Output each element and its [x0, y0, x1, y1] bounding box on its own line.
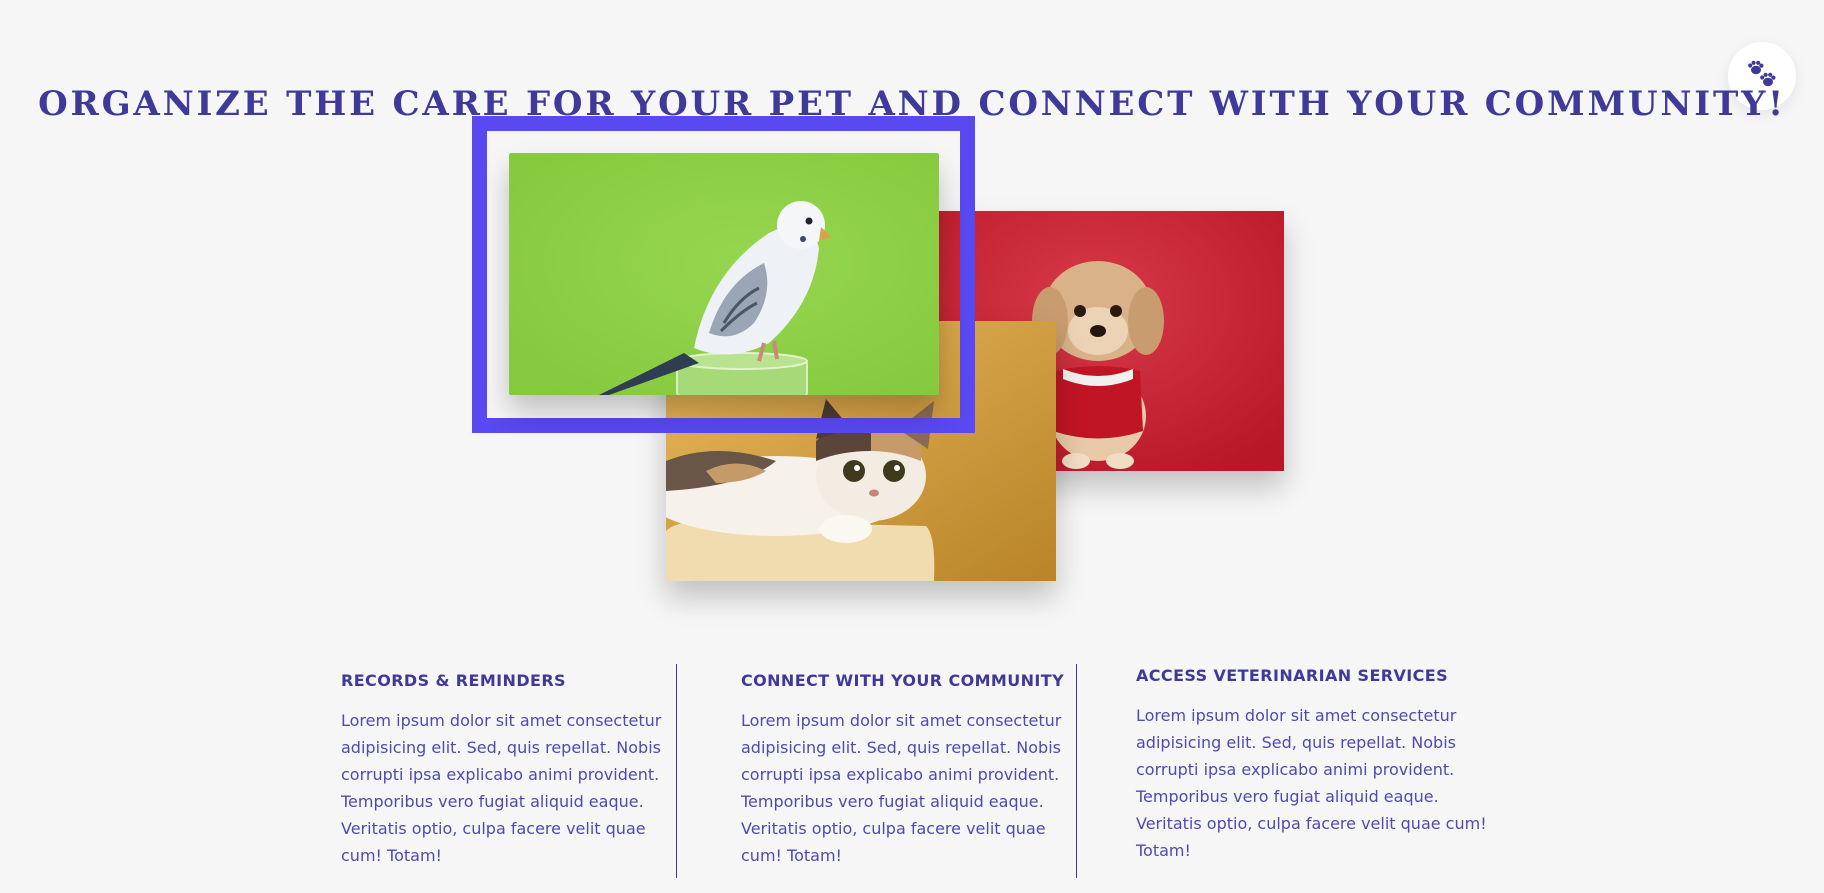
- feature-title: RECORDS & REMINDERS: [341, 671, 566, 690]
- feature-title: CONNECT WITH YOUR COMMUNITY: [741, 671, 1065, 690]
- feature-veterinarian: ACCESS VETERINARIAN SERVICES Lorem ipsum…: [1136, 666, 1488, 864]
- feature-description: Lorem ipsum dolor sit amet consectetur a…: [741, 711, 1062, 865]
- feature-description: Lorem ipsum dolor sit amet consectetur a…: [1136, 706, 1487, 860]
- column-divider: [1076, 664, 1077, 878]
- feature-records: RECORDS & REMINDERS Lorem ipsum dolor si…: [341, 671, 671, 869]
- budgie-photo: [509, 153, 939, 395]
- column-divider: [676, 664, 677, 878]
- feature-title: ACCESS VETERINARIAN SERVICES: [1136, 666, 1449, 685]
- feature-description: Lorem ipsum dolor sit amet consectetur a…: [341, 711, 662, 865]
- landing-page: ORGANIZE THE CARE FOR YOUR PET AND CONNE…: [0, 0, 1824, 893]
- features-section: RECORDS & REMINDERS Lorem ipsum dolor si…: [341, 664, 1487, 879]
- feature-community: CONNECT WITH YOUR COMMUNITY Lorem ipsum …: [741, 671, 1071, 869]
